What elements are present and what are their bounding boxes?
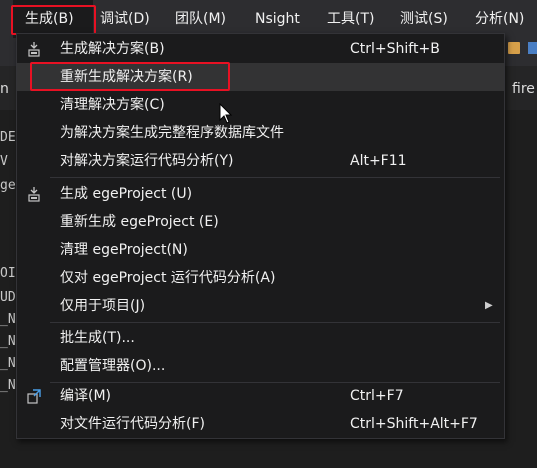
- menu-item-label: 重新生成 egeProject (E): [60, 214, 219, 230]
- menu-item-label: 仅用于项目(J): [60, 298, 146, 314]
- build-icon: [28, 187, 40, 202]
- menu-item-configuration-manager[interactable]: 配置管理器(O)...: [17, 352, 504, 380]
- menu-item-rebuild-solution[interactable]: 重新生成解决方案(R): [17, 63, 504, 91]
- code-fragment: ge: [0, 178, 16, 193]
- toolbar-document-icon[interactable]: [528, 42, 537, 54]
- menu-item-shortcut: Ctrl+Shift+B: [350, 41, 440, 57]
- code-fragment: _N: [0, 378, 16, 393]
- menu-item-run-code-analysis-solution[interactable]: 对解决方案运行代码分析(Y) Alt+F11: [17, 147, 504, 175]
- code-fragment: _N: [0, 334, 16, 349]
- menu-item-run-code-analysis-project[interactable]: 仅对 egeProject 运行代码分析(A): [17, 264, 504, 292]
- menu-item-batch-build[interactable]: 批生成(T)...: [17, 324, 504, 352]
- menu-item-rebuild-project[interactable]: 重新生成 egeProject (E): [17, 208, 504, 236]
- menu-item-label: 为解决方案生成完整程序数据库文件: [60, 125, 284, 141]
- menu-item-build-project[interactable]: 生成 egeProject (U): [17, 180, 504, 208]
- menu-separator: [50, 177, 500, 178]
- code-fragment: OI: [0, 266, 16, 281]
- menu-item-label: 生成解决方案(B): [60, 41, 165, 57]
- menu-item-shortcut: Ctrl+F7: [350, 388, 404, 404]
- menu-item-generate-pdb[interactable]: 为解决方案生成完整程序数据库文件: [17, 119, 504, 147]
- menu-item-shortcut: Ctrl+Shift+Alt+F7: [350, 416, 478, 432]
- menu-item-clean-solution[interactable]: 清理解决方案(C): [17, 91, 504, 119]
- code-fragment: UD: [0, 290, 16, 305]
- tab-partial-left[interactable]: n: [0, 78, 9, 100]
- menu-item-label: 编译(M): [60, 388, 112, 404]
- tab-partial-right[interactable]: fire: [512, 78, 535, 100]
- build-icon: [28, 42, 40, 57]
- menu-item-label: 生成 egeProject (U): [60, 186, 193, 202]
- menu-item-shortcut: Alt+F11: [350, 153, 407, 169]
- code-fragment: _N: [0, 356, 16, 371]
- menu-item-label: 批生成(T)...: [60, 330, 135, 346]
- code-fragment: V: [0, 154, 8, 169]
- compile-icon: [27, 389, 41, 404]
- menu-item-clean-project[interactable]: 清理 egeProject(N): [17, 236, 504, 264]
- menu-item-label: 对解决方案运行代码分析(Y): [60, 153, 234, 169]
- menu-item-project-only[interactable]: 仅用于项目(J) ▶: [17, 292, 504, 320]
- menu-item-label: 清理解决方案(C): [60, 97, 165, 113]
- menu-item-label: 仅对 egeProject 运行代码分析(A): [60, 270, 276, 286]
- menu-item-compile[interactable]: 编译(M) Ctrl+F7: [17, 382, 504, 410]
- menu-item-label: 重新生成解决方案(R): [60, 69, 193, 85]
- toolbar-folder-icon[interactable]: [508, 42, 520, 54]
- build-dropdown-menu: 生成解决方案(B) Ctrl+Shift+B 重新生成解决方案(R) 清理解决方…: [16, 33, 505, 439]
- menu-item-label: 对文件运行代码分析(F): [60, 416, 205, 432]
- submenu-arrow-icon: ▶: [485, 300, 493, 311]
- menu-item-label: 清理 egeProject(N): [60, 242, 188, 258]
- menu-item-build-solution[interactable]: 生成解决方案(B) Ctrl+Shift+B: [17, 35, 504, 63]
- menu-item-label: 配置管理器(O)...: [60, 358, 166, 374]
- menu-separator: [50, 322, 500, 323]
- menu-item-run-code-analysis-file[interactable]: 对文件运行代码分析(F) Ctrl+Shift+Alt+F7: [17, 410, 504, 438]
- code-fragment: _N: [0, 312, 16, 327]
- code-fragment: DE: [0, 130, 16, 145]
- mouse-cursor-icon: [219, 103, 233, 124]
